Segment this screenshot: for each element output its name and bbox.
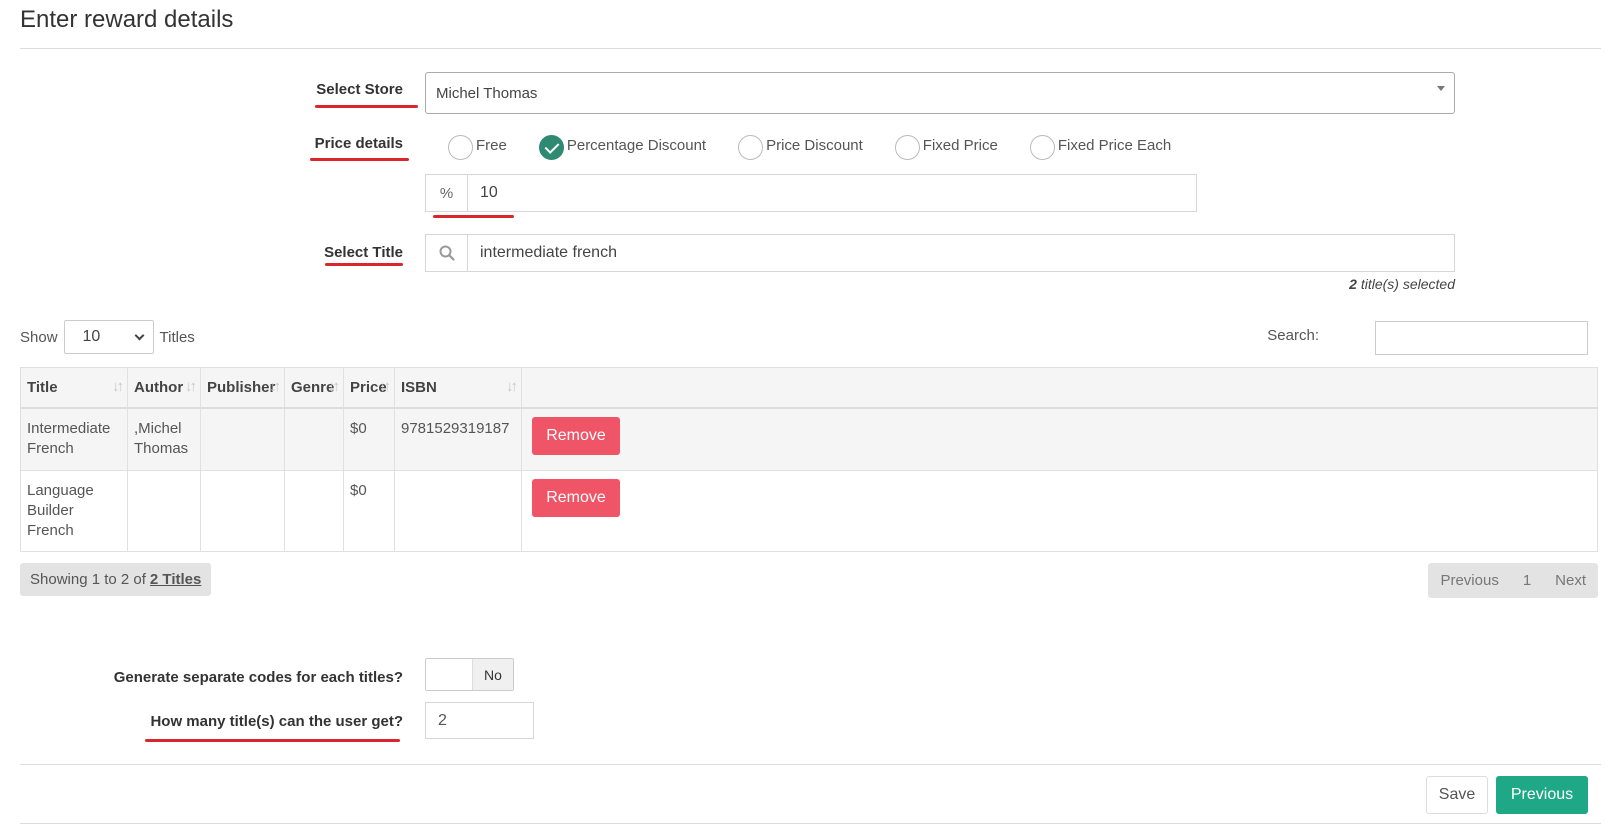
- cell-actions: Remove: [521, 407, 1598, 471]
- table-info-total: 2 Titles: [149, 571, 202, 588]
- title-search-input[interactable]: intermediate french: [468, 235, 1454, 271]
- page-title: Enter reward details: [20, 6, 234, 33]
- select-store-label: Select Store: [316, 81, 403, 98]
- price-type-radio-group: Free Percentage Discount Price Discount …: [448, 130, 1203, 160]
- column-header-price[interactable]: Price ↓↑: [343, 367, 395, 409]
- radio-free[interactable]: Free: [448, 131, 507, 160]
- table-header-row: Title ↓↑ Author ↓↑ Publisher ↓↑ Genre ↓↑ Pri…: [20, 367, 1598, 409]
- sort-icon: ↓↑: [185, 378, 197, 395]
- table-search-label: Search:: [1267, 327, 1319, 344]
- radio-circle-icon[interactable]: [894, 134, 920, 160]
- title-search-group: intermediate french: [425, 234, 1455, 272]
- cell-publisher: [200, 470, 285, 552]
- search-icon: [426, 235, 468, 271]
- page-length-control: Show 10 Titles: [20, 320, 195, 354]
- store-select[interactable]: Michel Thomas: [425, 72, 1455, 114]
- remove-button[interactable]: Remove: [532, 479, 620, 517]
- max-titles-label: How many title(s) can the user get?: [150, 713, 403, 730]
- remove-button[interactable]: Remove: [532, 416, 620, 455]
- cell-price: $0: [343, 470, 395, 552]
- dropdown-arrow-icon: [1437, 86, 1445, 91]
- annotation-underline: [325, 263, 403, 266]
- cell-author: [127, 470, 201, 552]
- table-row: Language Builder French $0 Remove: [20, 470, 1598, 552]
- annotation-underline: [310, 158, 409, 161]
- radio-fixed-price[interactable]: Fixed Price: [894, 131, 998, 160]
- cell-price: $0: [343, 407, 395, 471]
- show-label: Show: [20, 328, 58, 346]
- titles-label: Titles: [159, 328, 195, 346]
- cell-genre: [284, 407, 344, 471]
- cell-title: Intermediate French: [20, 407, 128, 471]
- column-header-author[interactable]: Author ↓↑: [127, 367, 201, 409]
- titles-table: Title ↓↑ Author ↓↑ Publisher ↓↑ Genre ↓↑ Pri…: [20, 367, 1598, 552]
- pagination: Previous 1 Next: [1428, 563, 1598, 598]
- pagination-page-1[interactable]: 1: [1511, 572, 1543, 589]
- cell-actions: Remove: [521, 470, 1598, 552]
- toggle-handle: [426, 659, 473, 690]
- selected-suffix: title(s) selected: [1360, 276, 1455, 292]
- separate-codes-label: Generate separate codes for each titles?: [113, 669, 403, 686]
- radio-fixed-price-each[interactable]: Fixed Price Each: [1029, 131, 1171, 160]
- cell-publisher: [200, 407, 285, 471]
- pagination-previous[interactable]: Previous: [1428, 572, 1510, 589]
- column-header-title[interactable]: Title ↓↑: [20, 367, 128, 409]
- table-row: Intermediate French ,Michel Thomas $0 97…: [20, 407, 1598, 471]
- pagination-next[interactable]: Next: [1543, 572, 1598, 589]
- percentage-input[interactable]: 10: [468, 175, 1196, 211]
- column-header-publisher[interactable]: Publisher ↓↑: [200, 367, 285, 409]
- radio-percentage-discount[interactable]: Percentage Discount: [538, 131, 706, 160]
- column-header-genre[interactable]: Genre ↓↑: [284, 367, 344, 409]
- table-info-prefix: Showing 1 to 2 of: [30, 571, 146, 588]
- annotation-underline: [145, 739, 400, 742]
- percentage-input-group: % 10: [425, 174, 1197, 212]
- sort-icon: ↓↑: [269, 378, 281, 395]
- percent-addon: %: [426, 175, 468, 211]
- cell-author: ,Michel Thomas: [127, 407, 201, 471]
- selected-count-note: 2 title(s) selected: [1349, 276, 1455, 292]
- annotation-underline: [315, 105, 418, 108]
- cell-genre: [284, 470, 344, 552]
- radio-checked-icon[interactable]: [538, 134, 564, 160]
- radio-circle-icon[interactable]: [448, 134, 473, 160]
- cell-isbn: [394, 470, 522, 552]
- header-divider: [20, 48, 1601, 49]
- sort-icon: ↓↑: [506, 378, 518, 395]
- radio-price-discount[interactable]: Price Discount: [738, 131, 863, 160]
- footer-divider: [20, 764, 1601, 765]
- previous-button[interactable]: Previous: [1496, 776, 1588, 814]
- column-header-actions: [521, 367, 1598, 409]
- store-select-value: Michel Thomas: [436, 84, 538, 102]
- save-button[interactable]: Save: [1426, 776, 1488, 814]
- sort-icon: ↓↑: [379, 378, 391, 395]
- radio-circle-icon[interactable]: [1029, 134, 1055, 160]
- table-search-input[interactable]: [1375, 321, 1588, 355]
- radio-circle-icon[interactable]: [738, 134, 764, 160]
- column-header-isbn[interactable]: ISBN ↓↑: [394, 367, 522, 409]
- sort-icon: ↓↑: [328, 378, 340, 395]
- table-info: Showing 1 to 2 of 2 Titles: [20, 563, 212, 596]
- sort-icon: ↓↑: [112, 378, 124, 395]
- max-titles-input[interactable]: 2: [425, 702, 534, 739]
- annotation-underline: [433, 215, 514, 218]
- price-details-label: Price details: [314, 135, 403, 152]
- toggle-state: No: [473, 659, 513, 690]
- bottom-divider: [20, 823, 1601, 824]
- selected-count: 2: [1349, 276, 1357, 292]
- cell-isbn: 9781529319187: [394, 407, 522, 471]
- select-title-label: Select Title: [324, 244, 403, 261]
- separate-codes-toggle[interactable]: No: [425, 658, 514, 691]
- page-length-select[interactable]: 10: [63, 320, 154, 354]
- chevron-down-icon: [134, 330, 144, 341]
- cell-title: Language Builder French: [20, 470, 128, 552]
